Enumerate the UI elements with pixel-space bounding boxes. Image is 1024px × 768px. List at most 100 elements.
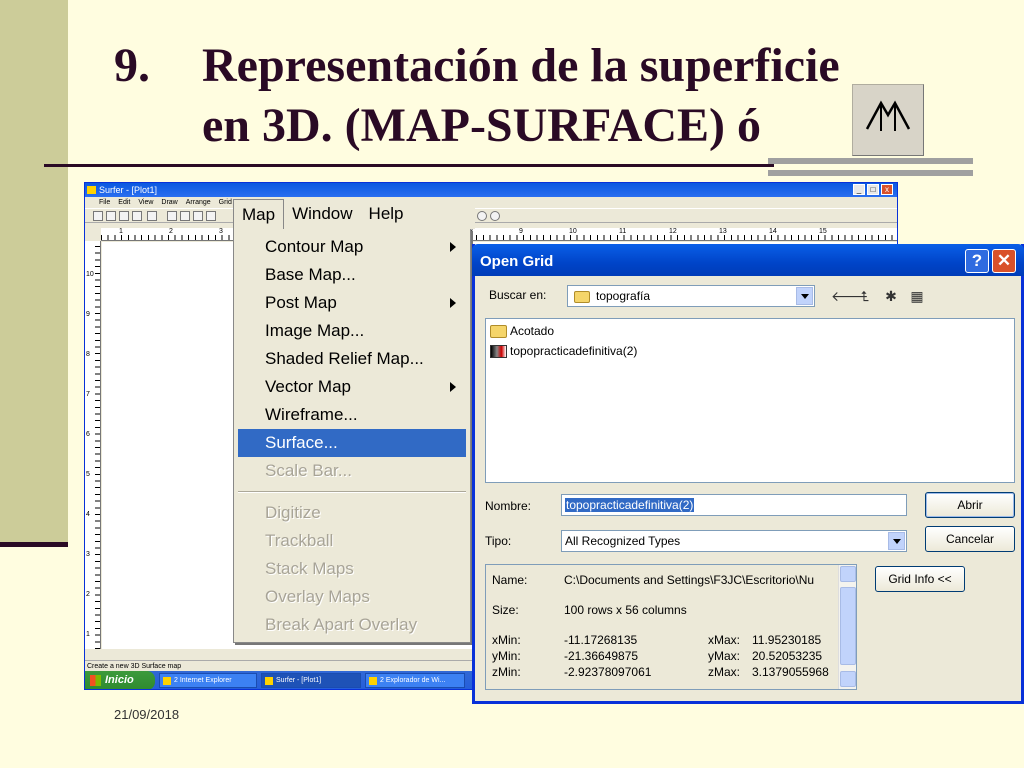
up-folder-icon[interactable]: ⮤ — [857, 288, 873, 304]
internet-explorer-icon — [163, 677, 171, 685]
scroll-thumb[interactable] — [840, 587, 856, 665]
look-in-value: topografía — [596, 289, 651, 303]
surfer-titlebar[interactable]: Surfer - [Plot1] _ □ x — [85, 183, 897, 197]
windows-logo-icon — [90, 675, 101, 686]
menu-item-label: Trackball — [265, 531, 334, 550]
file-type-value: All Recognized Types — [565, 534, 681, 548]
info-xmax-value: 11.95230185 — [752, 633, 822, 647]
ruler-left-label: 7 — [86, 391, 90, 398]
scroll-up-icon[interactable] — [840, 566, 856, 582]
list-item[interactable]: topopracticadefinitiva(2) — [488, 342, 637, 360]
undo-icon[interactable] — [206, 211, 216, 221]
start-button[interactable]: Inicio — [85, 671, 155, 689]
menu-item-base-map[interactable]: Base Map... — [238, 261, 466, 289]
ellipse-icon[interactable] — [477, 211, 487, 221]
info-ymin-label: yMin: — [492, 649, 521, 663]
ruler-top-label: 9 — [519, 228, 523, 235]
ruler-top-label: 15 — [819, 228, 827, 235]
menu-item-overlay-maps: Overlay Maps — [238, 583, 466, 611]
back-icon[interactable]: 🡐 — [831, 288, 869, 304]
copy-icon[interactable] — [180, 211, 190, 221]
menu-item-label: Overlay Maps — [265, 587, 370, 606]
chevron-down-icon[interactable] — [796, 287, 813, 305]
grid-info-button[interactable]: Grid Info << — [875, 566, 965, 592]
vertical-ruler: 10 9 8 7 6 5 4 3 2 1 — [85, 241, 101, 649]
info-zmax-label: zMax: — [708, 665, 741, 679]
menu-window[interactable]: Window — [284, 199, 360, 229]
ruler-left-label: 5 — [86, 471, 90, 478]
print-icon[interactable] — [132, 211, 142, 221]
slide-title-line2: en 3D. (MAP-SURFACE) ó — [202, 99, 762, 152]
ruler-top-label: 12 — [669, 228, 677, 235]
cut-icon[interactable] — [167, 211, 177, 221]
file-name-value: topopracticadefinitiva(2) — [565, 498, 695, 512]
maximize-button[interactable]: □ — [867, 184, 879, 195]
open-icon[interactable] — [106, 211, 116, 221]
paste-icon[interactable] — [193, 211, 203, 221]
taskbar-item-explorer[interactable]: 2 Explorador de Wi... — [365, 673, 465, 688]
ruler-left-label: 2 — [86, 591, 90, 598]
menu-draw[interactable]: Draw — [161, 197, 177, 208]
menu-edit[interactable]: Edit — [118, 197, 130, 208]
open-button[interactable]: Abrir — [925, 492, 1015, 518]
taskbar-item-label: Surfer - [Plot1] — [276, 677, 322, 684]
dialog-title: Open Grid — [480, 253, 554, 270]
menu-item-image-map[interactable]: Image Map... — [238, 317, 466, 345]
dialog-titlebar[interactable]: Open Grid ? ✕ — [472, 244, 1024, 276]
menu-item-shaded-relief-map[interactable]: Shaded Relief Map... — [238, 345, 466, 373]
menu-map[interactable]: Map — [233, 199, 285, 229]
save-icon[interactable] — [119, 211, 129, 221]
minimize-button[interactable]: _ — [853, 184, 865, 195]
surface-map-icon — [865, 100, 911, 131]
file-type-select[interactable]: All Recognized Types — [561, 530, 907, 552]
menu-arrange[interactable]: Arrange — [186, 197, 211, 208]
menu-file[interactable]: File — [99, 197, 110, 208]
file-list[interactable]: Acotado topopracticadefinitiva(2) — [485, 318, 1015, 483]
menu-item-vector-map[interactable]: Vector Map — [238, 373, 466, 401]
menu-item-post-map[interactable]: Post Map — [238, 289, 466, 317]
slide-title-line1: Representación de la superficie — [202, 39, 840, 92]
taskbar-item-internet-explorer[interactable]: 2 Internet Explorer — [159, 673, 257, 688]
rounded-rect-icon[interactable] — [490, 211, 500, 221]
scroll-down-icon[interactable] — [840, 671, 856, 687]
info-name-label: Name: — [492, 573, 528, 587]
ruler-top-label: 10 — [569, 228, 577, 235]
new-icon[interactable] — [93, 211, 103, 221]
info-ymax-value: 20.52053235 — [752, 649, 823, 663]
close-button[interactable]: ✕ — [992, 249, 1016, 273]
grid-icon[interactable] — [147, 211, 157, 221]
look-in-select[interactable]: topografía — [567, 285, 815, 307]
info-size-value: 100 rows x 56 columns — [564, 603, 687, 617]
ruler-left-label: 9 — [86, 311, 90, 318]
new-folder-icon[interactable]: ✱ — [883, 288, 899, 304]
file-name: Acotado — [510, 324, 555, 338]
surfer-toolbar — [85, 208, 897, 223]
help-button[interactable]: ? — [965, 249, 989, 273]
menu-item-surface[interactable]: Surface... — [238, 429, 466, 457]
menu-grid[interactable]: Grid — [219, 197, 232, 208]
cancel-button[interactable]: Cancelar — [925, 526, 1015, 552]
info-scrollbar[interactable] — [838, 565, 856, 689]
menu-help[interactable]: Help — [361, 199, 412, 229]
surface-toolbar-button[interactable] — [852, 84, 924, 156]
menu-item-label: Break Apart Overlay — [265, 615, 418, 634]
ruler-left-label: 3 — [86, 551, 90, 558]
taskbar-item-surfer[interactable]: Surfer - [Plot1] — [261, 673, 361, 688]
view-menu-icon[interactable]: ▦ — [909, 288, 925, 304]
menu-view[interactable]: View — [138, 197, 153, 208]
menu-item-contour-map[interactable]: Contour Map — [238, 233, 466, 261]
ruler-top-label: 11 — [619, 228, 627, 235]
menu-item-label: Scale Bar... — [265, 461, 352, 480]
menubar-zoomed: Map Window Help — [233, 199, 475, 229]
title-underline-gray-bottom — [768, 170, 973, 176]
close-button[interactable]: x — [881, 184, 893, 195]
info-zmax-value: 3.1379055968 — [752, 665, 829, 679]
list-item[interactable]: Acotado — [488, 322, 554, 340]
ruler-left-label: 8 — [86, 351, 90, 358]
slide-left-band — [0, 0, 68, 545]
menu-item-digitize: Digitize — [238, 499, 466, 527]
info-zmin-label: zMin: — [492, 665, 521, 679]
chevron-down-icon[interactable] — [888, 532, 905, 550]
file-name-input[interactable]: topopracticadefinitiva(2) — [561, 494, 907, 516]
menu-item-wireframe[interactable]: Wireframe... — [238, 401, 466, 429]
